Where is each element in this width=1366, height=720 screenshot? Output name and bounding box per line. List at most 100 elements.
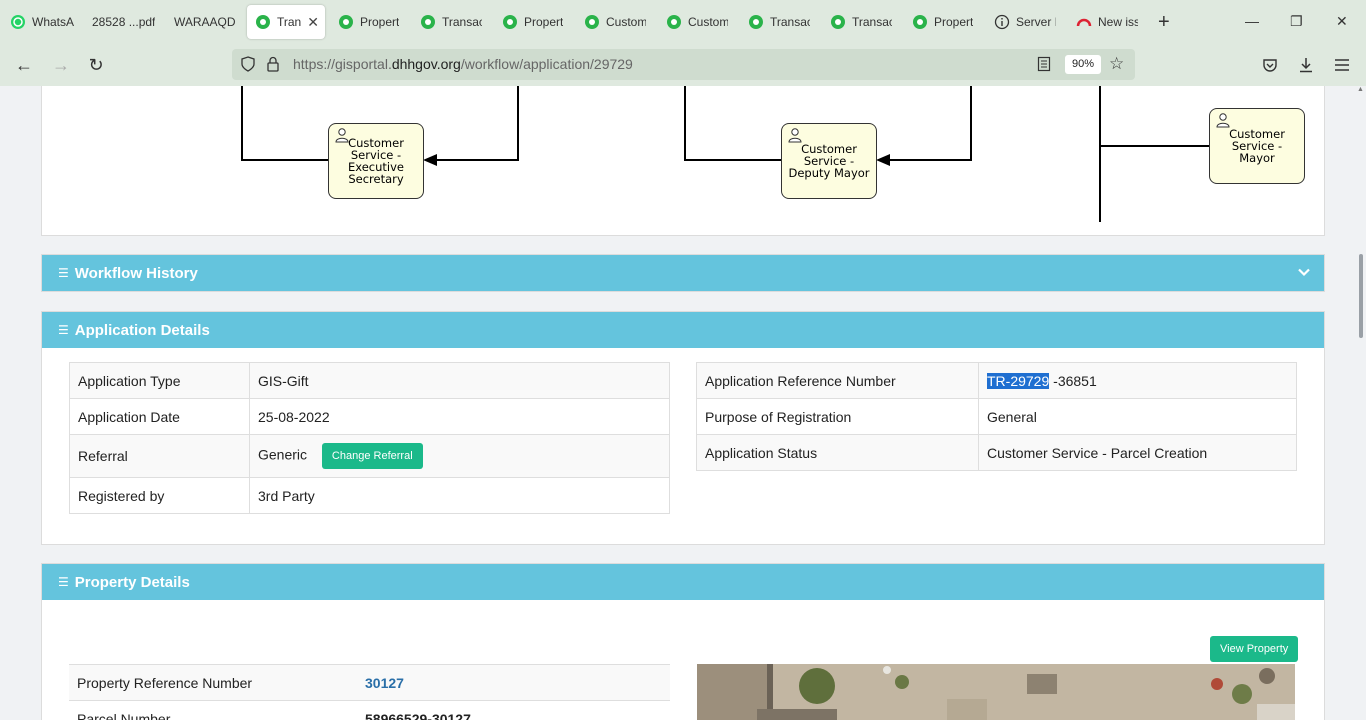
close-tab-icon[interactable]: ✕ <box>307 14 319 31</box>
field-label: Property Reference Number <box>69 664 357 701</box>
change-referral-button[interactable]: Change Referral <box>321 443 423 469</box>
page-scrollbar[interactable]: ▲ <box>1356 86 1366 720</box>
portal-icon <box>421 15 435 29</box>
shield-icon[interactable] <box>240 56 256 75</box>
list-icon: ☰ <box>58 266 69 280</box>
flow-line <box>1099 86 1101 222</box>
reload-icon[interactable]: ↻ <box>85 54 107 76</box>
browser-tab[interactable]: Transac <box>748 5 810 39</box>
browser-tab[interactable]: Transac <box>830 5 892 39</box>
url-prefix: https://gisportal. <box>293 56 392 72</box>
browser-tab[interactable]: Propert <box>338 5 400 39</box>
property-reference-link[interactable]: 30127 <box>357 664 670 701</box>
table-row: Registered by 3rd Party <box>69 477 670 514</box>
browser-tab[interactable]: Custom <box>666 5 728 39</box>
minimize-icon[interactable]: — <box>1245 13 1259 29</box>
workflow-history-header[interactable]: ☰ Workflow History <box>42 255 1324 291</box>
browser-tab[interactable]: Propert <box>502 5 564 39</box>
task-customer-service-deputy-mayor[interactable]: Customer Service - Deputy Mayor <box>781 123 877 199</box>
field-value: 3rd Party <box>249 477 670 514</box>
browser-tab[interactable]: Transac <box>420 5 482 39</box>
panel-title: Property Details <box>74 573 190 591</box>
flow-line <box>890 159 972 161</box>
back-icon[interactable]: ← <box>13 54 35 76</box>
browser-tab[interactable]: New iss <box>1076 5 1138 39</box>
zoom-level[interactable]: 90% <box>1065 55 1102 74</box>
property-details-panel: ☰ Property Details View Property Propert… <box>41 563 1325 720</box>
browser-tab[interactable]: WhatsA <box>10 5 74 39</box>
field-value: Customer Service - Parcel Creation <box>978 434 1297 471</box>
panel-title: Workflow History <box>74 264 198 282</box>
portal-icon <box>913 15 927 29</box>
close-window-icon[interactable]: ✕ <box>1336 13 1348 30</box>
application-details-right-table: Application Reference Number TR-29729 -3… <box>696 362 1297 471</box>
table-row: Referral Generic Change Referral <box>69 434 670 478</box>
view-property-button[interactable]: View Property <box>1210 636 1299 662</box>
field-label: Purpose of Registration <box>696 398 979 435</box>
user-task-icon <box>1216 113 1230 128</box>
flow-line <box>970 86 972 161</box>
referral-value: Generic <box>258 446 308 463</box>
menu-icon[interactable] <box>1331 54 1353 76</box>
star-icon[interactable]: ☆ <box>1109 54 1124 74</box>
field-value: 25-08-2022 <box>249 398 670 435</box>
portal-icon <box>749 15 763 29</box>
download-icon[interactable] <box>1295 54 1317 76</box>
portal-icon <box>831 15 845 29</box>
browser-tab[interactable]: Propert <box>912 5 974 39</box>
scrollbar-thumb[interactable] <box>1359 254 1363 338</box>
portal-icon <box>503 15 517 29</box>
application-details-panel: ☰ Application Details Application Type G… <box>41 311 1325 545</box>
task-label-line: Service - Mayor <box>1231 139 1283 165</box>
workflow-history-panel[interactable]: ☰ Workflow History <box>41 254 1325 292</box>
application-details-header[interactable]: ☰ Application Details <box>42 312 1324 348</box>
flow-line <box>1099 145 1210 147</box>
table-row: Parcel Number 58966529-30127 <box>69 700 670 720</box>
page-content: Customer Service - Executive Secretary C… <box>0 86 1366 720</box>
browser-tab[interactable]: 28528 ...pdf <box>92 5 162 39</box>
whatsapp-icon <box>11 15 25 29</box>
chevron-down-icon[interactable] <box>1298 265 1310 280</box>
property-details-table: Property Reference Number 30127 Parcel N… <box>69 664 670 720</box>
browser-tab-strip: WhatsA 28528 ...pdf WARAAQD Tran ✕ Prope… <box>0 0 1366 44</box>
flow-line <box>241 159 328 161</box>
flow-arrowhead <box>423 154 437 166</box>
field-label: Application Type <box>69 362 250 399</box>
reference-number-rest: -36851 <box>1049 372 1097 389</box>
field-label: Registered by <box>69 477 250 514</box>
url-host: dhhgov.org <box>391 56 461 72</box>
field-value: General <box>978 398 1297 435</box>
reader-view-icon[interactable] <box>1037 56 1051 75</box>
aerial-map-image[interactable] <box>697 664 1295 720</box>
portal-icon <box>667 15 681 29</box>
property-details-header[interactable]: ☰ Property Details <box>42 564 1324 600</box>
address-bar[interactable]: https://gisportal.dhhgov.org/workflow/ap… <box>232 49 1135 80</box>
table-row: Application Date 25-08-2022 <box>69 398 670 435</box>
restore-icon[interactable]: ❐ <box>1290 13 1303 30</box>
field-value-cell: Generic Change Referral <box>249 434 670 478</box>
browser-tab[interactable]: Custom <box>584 5 646 39</box>
panel-title: Application Details <box>74 321 210 339</box>
portal-icon <box>339 15 353 29</box>
field-label: Application Reference Number <box>696 362 979 399</box>
list-icon: ☰ <box>58 575 69 589</box>
task-customer-service-mayor[interactable]: Customer Service - Mayor <box>1209 108 1305 184</box>
pocket-icon[interactable] <box>1259 54 1281 76</box>
list-icon: ☰ <box>58 323 69 337</box>
forward-icon[interactable]: → <box>50 54 72 76</box>
browser-tab-active[interactable]: Tran ✕ <box>247 5 325 39</box>
user-task-icon <box>788 128 802 143</box>
url-text[interactable]: https://gisportal.dhhgov.org/workflow/ap… <box>293 56 633 72</box>
table-row: Application Type GIS-Gift <box>69 362 670 399</box>
browser-tab[interactable]: WARAAQD <box>174 5 236 39</box>
selected-reference-text[interactable]: TR-29729 <box>987 372 1050 389</box>
lock-icon[interactable] <box>266 56 280 75</box>
scroll-up-arrow-icon[interactable]: ▲ <box>1357 86 1364 93</box>
flow-line <box>437 159 519 161</box>
browser-tab[interactable]: Server I <box>994 5 1056 39</box>
flow-line <box>684 86 686 161</box>
flow-line <box>241 86 243 161</box>
flow-line <box>684 159 781 161</box>
task-customer-service-executive-secretary[interactable]: Customer Service - Executive Secretary <box>328 123 424 199</box>
new-tab-icon[interactable]: + <box>1158 12 1170 32</box>
